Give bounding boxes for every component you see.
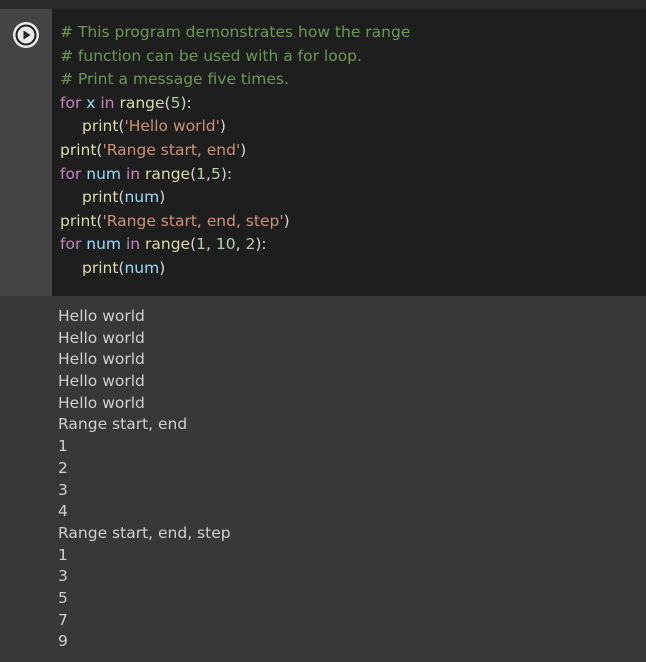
code-line: print(num) [60, 257, 646, 281]
output-line: Range start, end, step [58, 523, 231, 542]
code-token-variable: num [86, 164, 121, 183]
code-token-function: range [145, 235, 191, 254]
code-token-function: print [60, 211, 97, 230]
code-token-keyword: for [60, 164, 82, 183]
code-token-string: 'Range start, end, step' [102, 211, 284, 230]
code-token-comment: # function can be used with a for loop. [60, 46, 362, 65]
code-line: print('Hello world') [60, 115, 646, 139]
run-cell-button[interactable] [13, 22, 39, 48]
code-token-plain-text: ): [220, 164, 233, 183]
code-line: print('Range start, end') [60, 139, 646, 163]
code-token-number: 1 [196, 164, 207, 183]
output-line: 5 [58, 588, 68, 607]
code-token-number: 10 [215, 235, 236, 254]
code-token-keyword: in [125, 164, 141, 183]
code-line: print('Range start, end, step') [60, 210, 646, 234]
output-line: 4 [58, 502, 68, 521]
code-token-keyword: in [125, 235, 141, 254]
code-token-variable: num [124, 188, 160, 207]
code-token-number: 5 [210, 164, 221, 183]
play-icon [15, 24, 37, 46]
code-token-function: print [82, 117, 119, 136]
code-token-function: print [60, 140, 97, 159]
code-token-variable: num [124, 258, 160, 277]
output-line: Hello world [58, 350, 145, 369]
output-line: 9 [58, 632, 68, 651]
top-bar [0, 0, 646, 9]
output-line: Hello world [58, 307, 145, 325]
output-line: 3 [58, 480, 68, 499]
code-token-comment: # Print a message five times. [60, 70, 289, 89]
code-cell: # This program demonstrates how the rang… [0, 9, 646, 296]
code-token-function: range [145, 164, 191, 183]
code-token-keyword: in [100, 93, 115, 112]
code-token-function: print [82, 188, 119, 207]
code-line: # Print a message five times. [60, 68, 646, 92]
code-line: for x in range(5): [60, 92, 646, 116]
code-token-function: print [82, 258, 119, 277]
output-line: 1 [58, 437, 68, 456]
code-token-plain-text: ) [159, 188, 166, 207]
code-token-number: 5 [170, 93, 181, 112]
code-token-plain-text: , [206, 235, 216, 254]
output-line: 7 [58, 610, 68, 629]
code-token-plain-text: ) [240, 140, 247, 159]
output-line: Hello world [58, 393, 145, 412]
code-token-string: 'Hello world' [124, 117, 220, 136]
code-token-variable: num [86, 235, 121, 254]
code-line: print(num) [60, 186, 646, 210]
code-token-plain-text: ) [283, 211, 290, 230]
output-line: 2 [58, 458, 68, 477]
code-line: for num in range(1,5): [60, 163, 646, 187]
code-token-keyword: for [60, 235, 82, 254]
code-token-plain-text: , [235, 235, 246, 254]
code-line: # function can be used with a for loop. [60, 45, 646, 69]
cell-output: Hello world Hello world Hello world Hello w… [58, 306, 231, 653]
code-token-function: range [119, 93, 165, 112]
code-token-comment: # This program demonstrates how the rang… [60, 23, 411, 41]
output-line: 3 [58, 567, 68, 586]
code-line: # This program demonstrates how the rang… [60, 21, 646, 45]
code-token-plain-text: ) [159, 258, 166, 277]
code-token-keyword: for [60, 93, 82, 112]
code-editor[interactable]: # This program demonstrates how the rang… [52, 9, 646, 296]
output-line: Range start, end [58, 415, 188, 434]
cell-gutter [0, 9, 52, 296]
code-token-number: 1 [196, 235, 207, 254]
output-line: Hello world [58, 372, 145, 391]
output-line: 1 [58, 545, 68, 564]
code-token-number: 2 [245, 235, 256, 254]
code-line: for num in range(1, 10, 2): [60, 233, 646, 257]
code-token-plain-text: ): [255, 235, 267, 254]
code-token-string: 'Range start, end' [102, 140, 241, 159]
code-token-plain-text: ) [219, 117, 226, 136]
output-line: Hello world [58, 328, 145, 347]
code-token-plain-text: ): [180, 93, 192, 112]
